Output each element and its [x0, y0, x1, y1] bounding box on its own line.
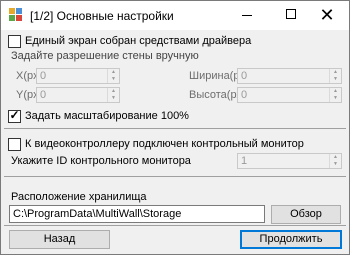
- monitor-checkbox[interactable]: [8, 138, 21, 151]
- chevron-down-icon[interactable]: ▼: [111, 77, 116, 82]
- chevron-up-icon[interactable]: ▲: [111, 89, 116, 94]
- width-stepper-arrows[interactable]: ▲ ▼: [329, 69, 341, 83]
- height-value: 0: [241, 89, 248, 101]
- x-stepper-arrows[interactable]: ▲ ▼: [107, 69, 119, 83]
- minimize-button[interactable]: [225, 1, 269, 30]
- chevron-up-icon[interactable]: ▲: [333, 89, 338, 94]
- separator: [4, 128, 346, 129]
- y-value: 0: [40, 89, 47, 101]
- monitor-id-stepper[interactable]: 1 ▲ ▼: [237, 153, 342, 169]
- height-stepper-arrows[interactable]: ▲ ▼: [329, 88, 341, 102]
- next-button[interactable]: Продолжить: [240, 230, 342, 249]
- x-stepper[interactable]: 0 ▲ ▼: [36, 68, 120, 84]
- chevron-down-icon[interactable]: ▼: [333, 96, 338, 101]
- y-stepper[interactable]: 0 ▲ ▼: [36, 87, 120, 103]
- monitor-label[interactable]: К видеоконтроллеру подключен контрольный…: [25, 138, 304, 150]
- chevron-up-icon[interactable]: ▲: [333, 70, 338, 75]
- storage-label: Расположение хранилища: [11, 191, 147, 203]
- settings-window: [1/2] Основные настройки ✕ Единый экран …: [0, 0, 350, 255]
- chevron-up-icon[interactable]: ▲: [333, 155, 338, 160]
- separator: [4, 176, 346, 177]
- window-title: [1/2] Основные настройки: [30, 9, 174, 23]
- monitor-id-value: 1: [241, 155, 248, 167]
- chevron-down-icon[interactable]: ▼: [111, 96, 116, 101]
- back-button[interactable]: Назад: [9, 230, 110, 249]
- width-stepper[interactable]: 0 ▲ ▼: [237, 68, 342, 84]
- storage-path-field[interactable]: C:\ProgramData\MultiWall\Storage: [9, 205, 265, 223]
- scaling-checkbox[interactable]: ✓: [8, 108, 21, 123]
- maximize-icon: [286, 9, 296, 19]
- separator: [4, 225, 346, 226]
- width-value: 0: [241, 70, 248, 82]
- title-bar[interactable]: [1/2] Основные настройки ✕: [1, 1, 349, 30]
- client-area: Единый экран собран средствами драйвера …: [1, 30, 349, 254]
- driver-screen-checkbox[interactable]: [8, 35, 21, 48]
- chevron-down-icon[interactable]: ▼: [333, 77, 338, 82]
- browse-button[interactable]: Обзор: [271, 205, 341, 224]
- close-icon: ✕: [319, 5, 335, 25]
- close-button[interactable]: ✕: [305, 1, 349, 30]
- height-stepper[interactable]: 0 ▲ ▼: [237, 87, 342, 103]
- app-icon: [9, 8, 23, 22]
- x-value: 0: [40, 70, 47, 82]
- check-icon: ✓: [9, 108, 20, 122]
- monitor-id-label: Укажите ID контрольного монитора: [11, 155, 191, 167]
- monitor-id-stepper-arrows[interactable]: ▲ ▼: [329, 154, 341, 168]
- driver-screen-label[interactable]: Единый экран собран средствами драйвера: [25, 35, 251, 47]
- y-stepper-arrows[interactable]: ▲ ▼: [107, 88, 119, 102]
- resolution-heading: Задайте разрешение стены вручную: [11, 50, 199, 62]
- minimize-icon: [242, 14, 252, 16]
- storage-path-value: C:\ProgramData\MultiWall\Storage: [13, 208, 182, 220]
- chevron-down-icon[interactable]: ▼: [333, 162, 338, 167]
- chevron-up-icon[interactable]: ▲: [111, 70, 116, 75]
- scaling-label[interactable]: Задать масштабирование 100%: [25, 110, 189, 122]
